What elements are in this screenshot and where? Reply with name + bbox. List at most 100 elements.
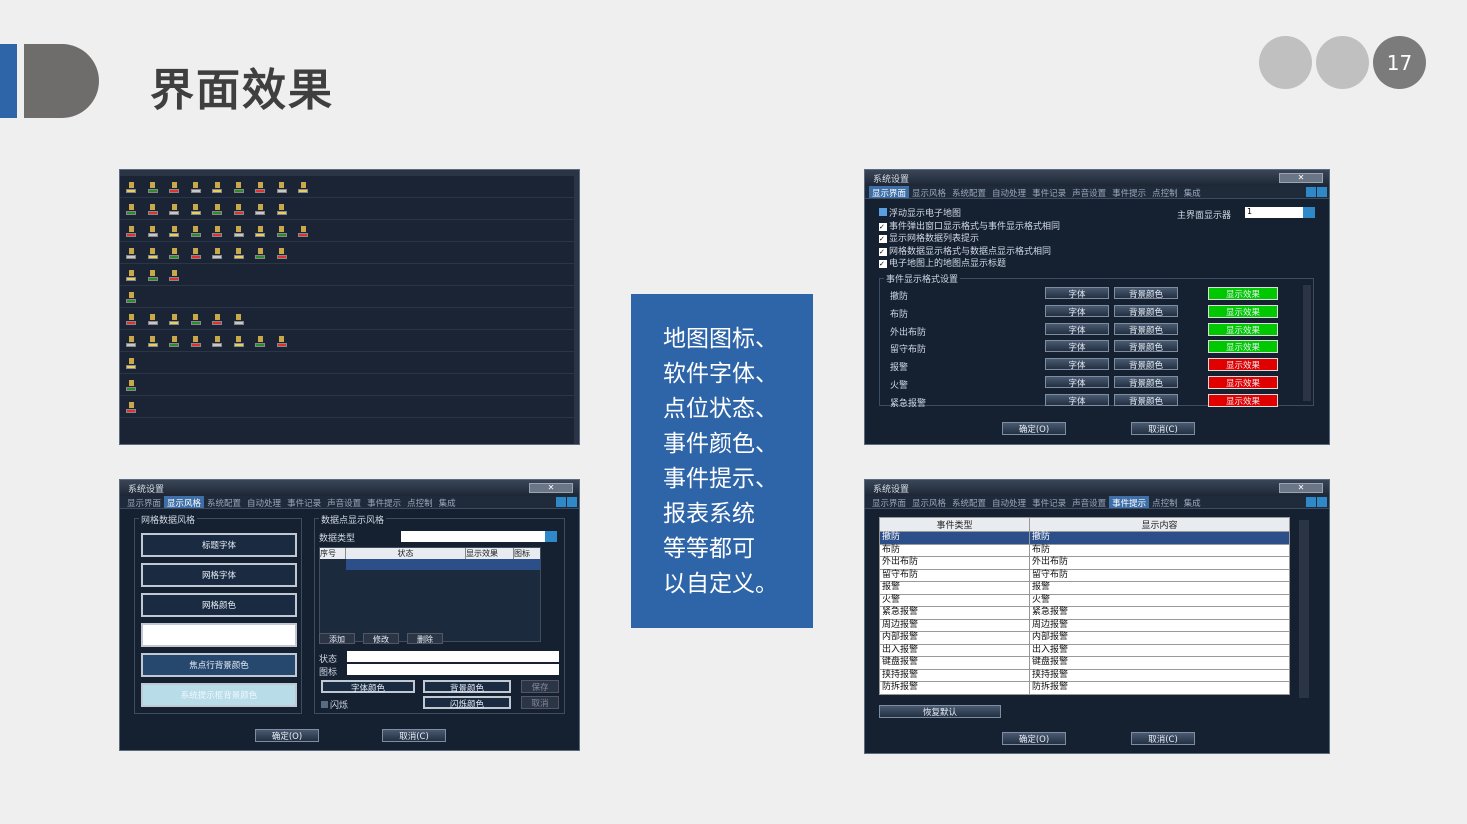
font-button[interactable]: 字体 bbox=[1045, 340, 1109, 353]
table-row[interactable]: 防拆报警 防拆报警 bbox=[879, 681, 1290, 695]
bg-color-button[interactable]: 背景颜色 bbox=[1114, 393, 1178, 407]
tab-sound[interactable]: 声音设置 bbox=[1069, 496, 1109, 508]
table-row[interactable]: 出入报警 出入报警 bbox=[879, 643, 1290, 657]
title-font-button[interactable]: 标题字体 bbox=[141, 533, 297, 557]
font-button[interactable]: 字体 bbox=[1045, 376, 1109, 389]
map-point-icon[interactable] bbox=[190, 226, 201, 237]
map-point-icon[interactable] bbox=[169, 314, 179, 325]
map-point-icon[interactable] bbox=[147, 204, 158, 215]
map-point-icon[interactable] bbox=[147, 270, 158, 281]
map-point-icon[interactable] bbox=[147, 226, 158, 237]
tab-display-style[interactable]: 显示风格 bbox=[909, 186, 949, 198]
tab-point-control[interactable]: 点控制 bbox=[1149, 186, 1181, 198]
tab-right-icon[interactable] bbox=[1317, 187, 1327, 197]
tab-sound[interactable]: 声音设置 bbox=[324, 496, 364, 508]
map-point-icon[interactable] bbox=[126, 226, 136, 237]
bg-color-button[interactable]: 背景颜色 bbox=[1114, 322, 1178, 336]
edit-button[interactable]: 修改 bbox=[363, 633, 399, 644]
cancel-button[interactable]: 取消(C) bbox=[1131, 422, 1195, 435]
map-point-icon[interactable] bbox=[298, 226, 308, 237]
font-button[interactable]: 字体 bbox=[1045, 322, 1109, 336]
map-point-icon[interactable] bbox=[169, 248, 179, 259]
bg-color-button[interactable]: 背景颜色 bbox=[1114, 376, 1178, 389]
close-icon[interactable]: ✕ bbox=[1279, 173, 1323, 183]
map-point-icon[interactable] bbox=[233, 182, 244, 193]
table-row[interactable] bbox=[346, 559, 540, 570]
tab-event-prompt[interactable]: 事件提示 bbox=[1109, 496, 1150, 508]
tab-integration[interactable]: 集成 bbox=[1181, 496, 1204, 508]
table-row[interactable]: 布防 布防 bbox=[879, 543, 1290, 557]
prompt-bg-button[interactable]: 系统提示框背景颜色 bbox=[141, 683, 297, 707]
map-point-icon[interactable] bbox=[255, 336, 265, 347]
tab-auto-process[interactable]: 自动处理 bbox=[989, 186, 1029, 198]
ok-button[interactable]: 确定(O) bbox=[255, 729, 319, 742]
font-button[interactable]: 字体 bbox=[1045, 393, 1109, 407]
map-point-icon[interactable] bbox=[212, 336, 222, 347]
checkbox-item[interactable]: ✓ 事件弹出窗口显示格式与事件显示格式相同 bbox=[879, 221, 1060, 234]
scrollbar[interactable] bbox=[1303, 285, 1311, 401]
map-point-icon[interactable] bbox=[147, 248, 158, 259]
tab-point-control[interactable]: 点控制 bbox=[1149, 496, 1181, 508]
table-row[interactable]: 撤防 撤防 bbox=[879, 531, 1290, 545]
tab-sound[interactable]: 声音设置 bbox=[1069, 186, 1109, 198]
tab-event-log[interactable]: 事件记录 bbox=[1029, 186, 1069, 198]
add-button[interactable]: 添加 bbox=[319, 633, 355, 644]
map-point-icon[interactable] bbox=[233, 248, 244, 259]
checkbox-item[interactable]: 浮动显示电子地图 bbox=[879, 208, 1060, 221]
close-icon[interactable]: ✕ bbox=[1279, 483, 1323, 493]
table-row[interactable]: 挟持报警 挟持报警 bbox=[879, 668, 1290, 682]
checkbox-item[interactable]: ✓ 网格数据显示格式与数据点显示格式相同 bbox=[879, 246, 1060, 259]
flash-color-button[interactable]: 闪烁颜色 bbox=[423, 696, 511, 710]
map-point-icon[interactable] bbox=[255, 248, 265, 259]
flash-checkbox[interactable]: 闪烁 bbox=[321, 698, 348, 711]
cancel-small-button[interactable]: 取消 bbox=[521, 696, 559, 709]
delete-button[interactable]: 删除 bbox=[407, 633, 443, 644]
map-point-icon[interactable] bbox=[147, 336, 158, 347]
tab-display-ui[interactable]: 显示界面 bbox=[124, 496, 164, 508]
chevron-down-icon[interactable] bbox=[1303, 207, 1315, 218]
map-point-icon[interactable] bbox=[126, 270, 136, 281]
font-button[interactable]: 字体 bbox=[1045, 358, 1109, 371]
map-point-icon[interactable] bbox=[190, 204, 201, 215]
tab-display-style[interactable]: 显示风格 bbox=[909, 496, 949, 508]
map-point-icon[interactable] bbox=[169, 336, 179, 347]
map-point-icon[interactable] bbox=[298, 182, 308, 193]
chevron-down-icon[interactable] bbox=[545, 531, 557, 542]
data-type-select[interactable] bbox=[401, 531, 557, 542]
tab-auto-process[interactable]: 自动处理 bbox=[989, 496, 1029, 508]
tab-system-config[interactable]: 系统配置 bbox=[204, 496, 244, 508]
table-row[interactable]: 留守布防 留守布防 bbox=[879, 568, 1290, 582]
bg-color-button[interactable]: 背景颜色 bbox=[1114, 358, 1178, 371]
map-point-icon[interactable] bbox=[276, 182, 287, 193]
checkbox-item[interactable]: ✓ 显示网格数据列表提示 bbox=[879, 233, 1060, 246]
tab-event-log[interactable]: 事件记录 bbox=[1029, 496, 1069, 508]
table-row[interactable]: 键盘报警 键盘报警 bbox=[879, 656, 1290, 670]
map-point-icon[interactable] bbox=[233, 314, 244, 325]
map-point-icon[interactable] bbox=[126, 336, 136, 347]
map-point-icon[interactable] bbox=[126, 248, 136, 259]
font-button[interactable]: 字体 bbox=[1045, 304, 1109, 318]
tab-right-icon[interactable] bbox=[567, 497, 577, 507]
map-point-icon[interactable] bbox=[147, 182, 158, 193]
tab-display-style[interactable]: 显示风格 bbox=[164, 496, 205, 508]
map-point-icon[interactable] bbox=[190, 336, 201, 347]
map-point-icon[interactable] bbox=[126, 402, 136, 413]
bg-color-button[interactable]: 背景颜色 bbox=[423, 680, 511, 694]
map-point-icon[interactable] bbox=[169, 204, 179, 215]
bg-color-button[interactable]: 背景颜色 bbox=[1114, 287, 1178, 300]
focus-row-bg-button[interactable]: 焦点行背景颜色 bbox=[141, 653, 297, 677]
map-point-icon[interactable] bbox=[169, 270, 179, 281]
table-row[interactable]: 周边报警 周边报警 bbox=[879, 618, 1290, 632]
map-point-icon[interactable] bbox=[147, 314, 158, 325]
map-point-icon[interactable] bbox=[276, 226, 287, 237]
map-point-icon[interactable] bbox=[255, 226, 265, 237]
map-point-icon[interactable] bbox=[190, 248, 201, 259]
font-color-button[interactable]: 字体颜色 bbox=[321, 680, 415, 694]
map-point-icon[interactable] bbox=[212, 226, 222, 237]
table-row[interactable]: 火警 火警 bbox=[879, 593, 1290, 607]
map-point-icon[interactable] bbox=[126, 380, 136, 391]
map-point-icon[interactable] bbox=[233, 204, 244, 215]
grid-font-button[interactable]: 网格字体 bbox=[141, 563, 297, 587]
cancel-button[interactable]: 取消(C) bbox=[1131, 732, 1195, 745]
main-display-select[interactable]: 1 bbox=[1245, 207, 1315, 218]
